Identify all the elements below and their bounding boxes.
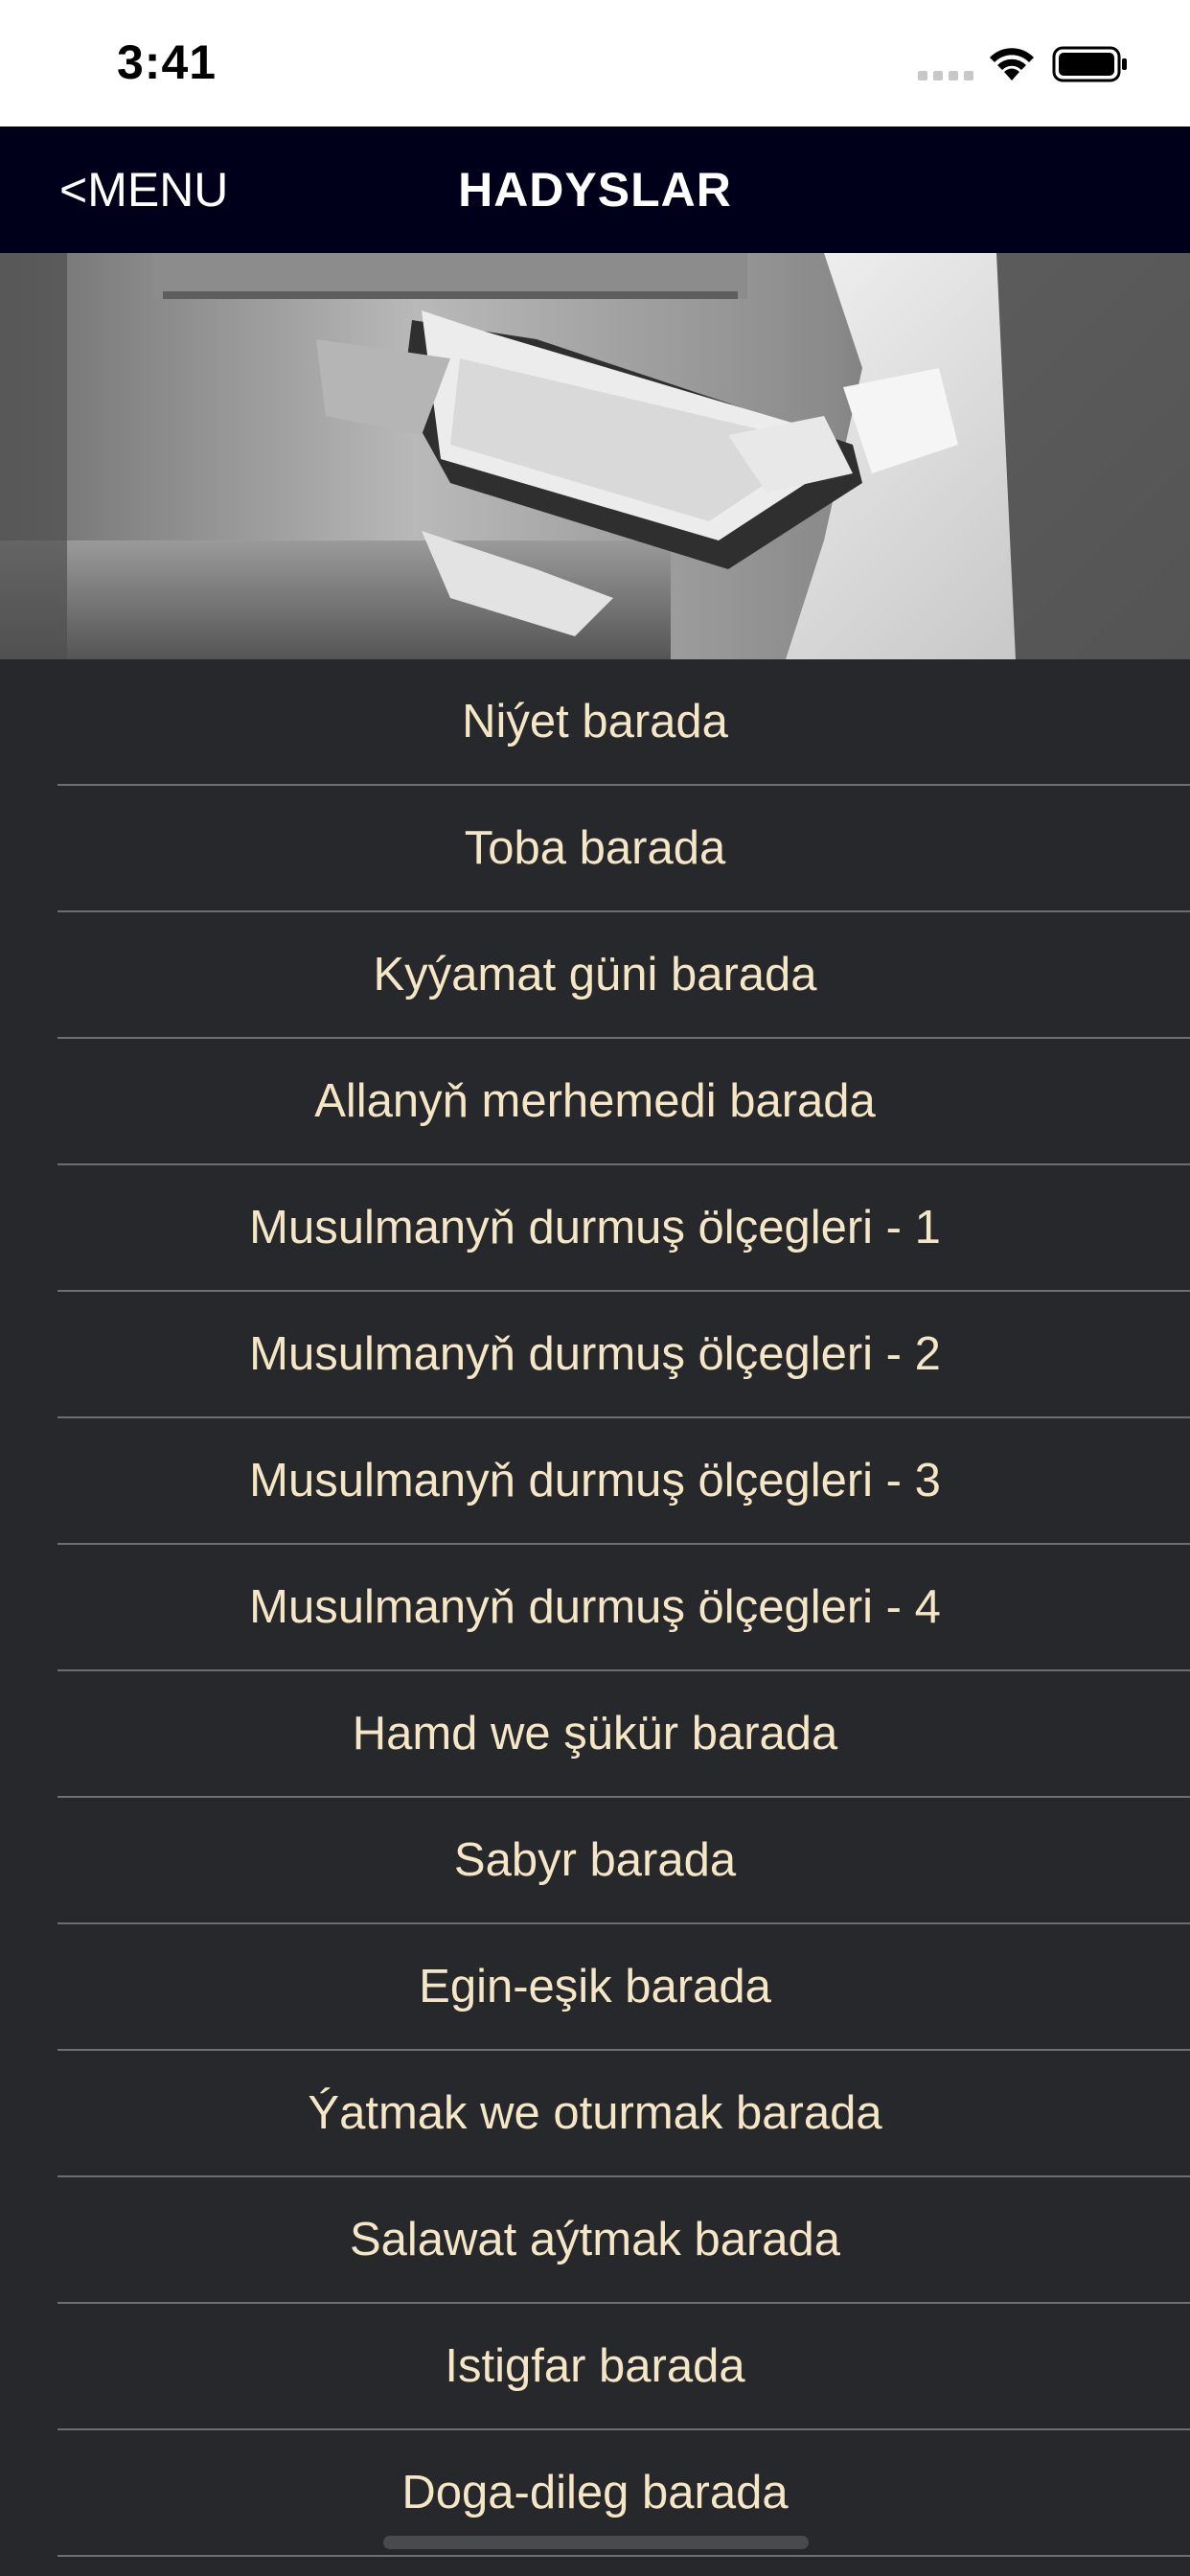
list-item[interactable]: Allanyň merhemedi barada	[0, 1039, 1190, 1165]
list-item[interactable]: Niýet barada	[0, 659, 1190, 786]
list-item[interactable]: Salawat aýtmak barada	[0, 2177, 1190, 2304]
hero-image	[0, 253, 1190, 659]
hadith-topic-list: Niýet barada Toba barada Kyýamat güni ba…	[0, 659, 1190, 2576]
list-item[interactable]: Kyýamat güni barada	[0, 912, 1190, 1039]
cellular-signal-icon	[918, 71, 973, 80]
list-item-label: Salawat aýtmak barada	[349, 2214, 841, 2266]
list-item-label: Allanyň merhemedi barada	[314, 1075, 876, 1127]
person-reading-book-photo	[0, 253, 1190, 659]
navigation-bar: HADYSLAR <MENU	[0, 126, 1190, 253]
list-item[interactable]: Hamd we şükür barada	[0, 1671, 1190, 1798]
list-item-label: Sabyr barada	[453, 1834, 737, 1886]
list-item[interactable]: Istigfar barada	[0, 2304, 1190, 2430]
home-indicator[interactable]	[383, 2536, 809, 2549]
list-item[interactable]: Musulmanyň durmuş ölçegleri - 1	[0, 1165, 1190, 1292]
wifi-icon	[990, 48, 1034, 80]
list-item-label: Istigfar barada	[445, 2340, 745, 2392]
list-item-label: Musulmanyň durmuş ölçegleri - 4	[249, 1581, 941, 1633]
list-item-label: Egin-eşik barada	[419, 1961, 771, 2012]
list-item-label: Ýatmak we oturmak barada	[308, 2087, 882, 2139]
list-item-label: Musulmanyň durmuş ölçegleri - 1	[249, 1202, 941, 1254]
list-item[interactable]: Musulmanyň durmuş ölçegleri - 2	[0, 1292, 1190, 1418]
status-time: 3:41	[117, 35, 217, 89]
battery-icon	[1052, 46, 1127, 82]
list-item[interactable]: Musulmanyň durmuş ölçegleri - 4	[0, 1545, 1190, 1671]
list-item[interactable]: Musulmanyň durmuş ölçegleri - 3	[0, 1418, 1190, 1545]
list-item-label: Musulmanyň durmuş ölçegleri - 2	[249, 1328, 941, 1380]
list-item-label: Toba barada	[464, 822, 726, 874]
menu-back-button[interactable]: <MENU	[59, 126, 228, 253]
list-item[interactable]: Egin-eşik barada	[0, 1924, 1190, 2051]
list-item[interactable]: Ýatmak we oturmak barada	[0, 2051, 1190, 2177]
list-item-label: Musulmanyň durmuş ölçegleri - 3	[249, 1455, 941, 1506]
list-item-label: Niýet barada	[462, 696, 728, 748]
list-item[interactable]: Sabyr barada	[0, 1798, 1190, 1924]
status-bar: 3:41	[0, 0, 1190, 126]
list-item-label: Hamd we şükür barada	[352, 1708, 838, 1760]
row-divider	[57, 2555, 1190, 2557]
list-item[interactable]: Toba barada	[0, 786, 1190, 912]
list-item-label: Kyýamat güni barada	[373, 949, 817, 1000]
